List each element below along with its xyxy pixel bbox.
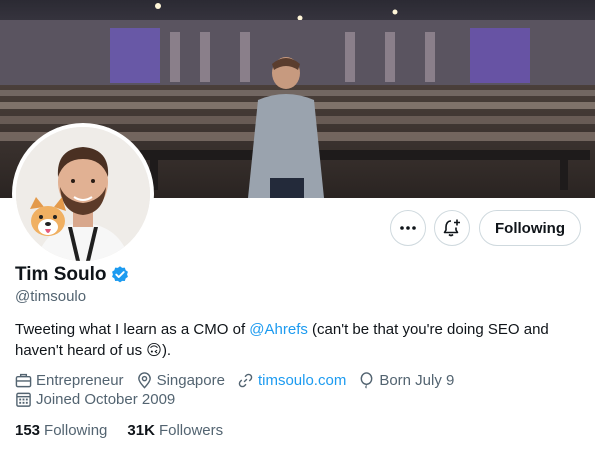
notify-button[interactable] [434, 210, 470, 246]
balloon-icon [360, 372, 373, 389]
verified-badge-icon[interactable] [110, 265, 130, 285]
location-text: Singapore [156, 372, 225, 389]
upside-down-emoji: 🙃 [146, 342, 162, 359]
profile-name: Tim Soulo [15, 264, 107, 285]
bell-plus-icon [443, 219, 460, 237]
following-button-label: Following [495, 219, 565, 237]
following-count: 153 [15, 422, 41, 439]
location-pin-icon [137, 372, 151, 389]
link-icon [238, 373, 253, 388]
follow-stats: 153 Following 31K Followers [15, 422, 243, 439]
following-button[interactable]: Following [479, 210, 581, 246]
briefcase-icon [15, 373, 32, 388]
bio-text: ). [161, 342, 172, 359]
bio-mention-link[interactable]: @Ahrefs [249, 321, 308, 338]
followers-count-link[interactable]: 31K Followers [127, 422, 223, 439]
more-button[interactable] [390, 210, 426, 246]
profile-meta-joined: Joined October 2009 [15, 391, 187, 408]
profile-handle: @timsoulo [15, 288, 87, 305]
location-item: Singapore [136, 372, 225, 389]
profile-avatar[interactable] [12, 123, 154, 265]
website-item[interactable]: timsoulo.com [237, 372, 346, 389]
bio-text: Tweeting what I learn as a CMO of [15, 321, 250, 338]
followers-count: 31K [127, 422, 155, 439]
followers-count-label: Followers [158, 422, 224, 439]
birthday-item: Born July 9 [358, 372, 454, 389]
website-link[interactable]: timsoulo.com [258, 372, 346, 389]
following-count-link[interactable]: 153 Following [15, 422, 107, 439]
profile-bio: Tweeting what I learn as a CMO of @Ahref… [15, 319, 585, 361]
following-count-label: Following [44, 422, 108, 439]
profile-name-row: Tim Soulo [15, 264, 130, 286]
joined-item: Joined October 2009 [15, 391, 175, 408]
avatar-photo [16, 127, 150, 261]
profile-meta: Entrepreneur Singapore timsoulo.com Born… [15, 372, 466, 389]
joined-text: Joined October 2009 [36, 391, 176, 408]
more-icon [400, 226, 416, 230]
calendar-icon [16, 392, 31, 407]
occupation-item: Entrepreneur [15, 372, 124, 389]
occupation-text: Entrepreneur [36, 372, 124, 389]
birthday-text: Born July 9 [379, 372, 455, 389]
